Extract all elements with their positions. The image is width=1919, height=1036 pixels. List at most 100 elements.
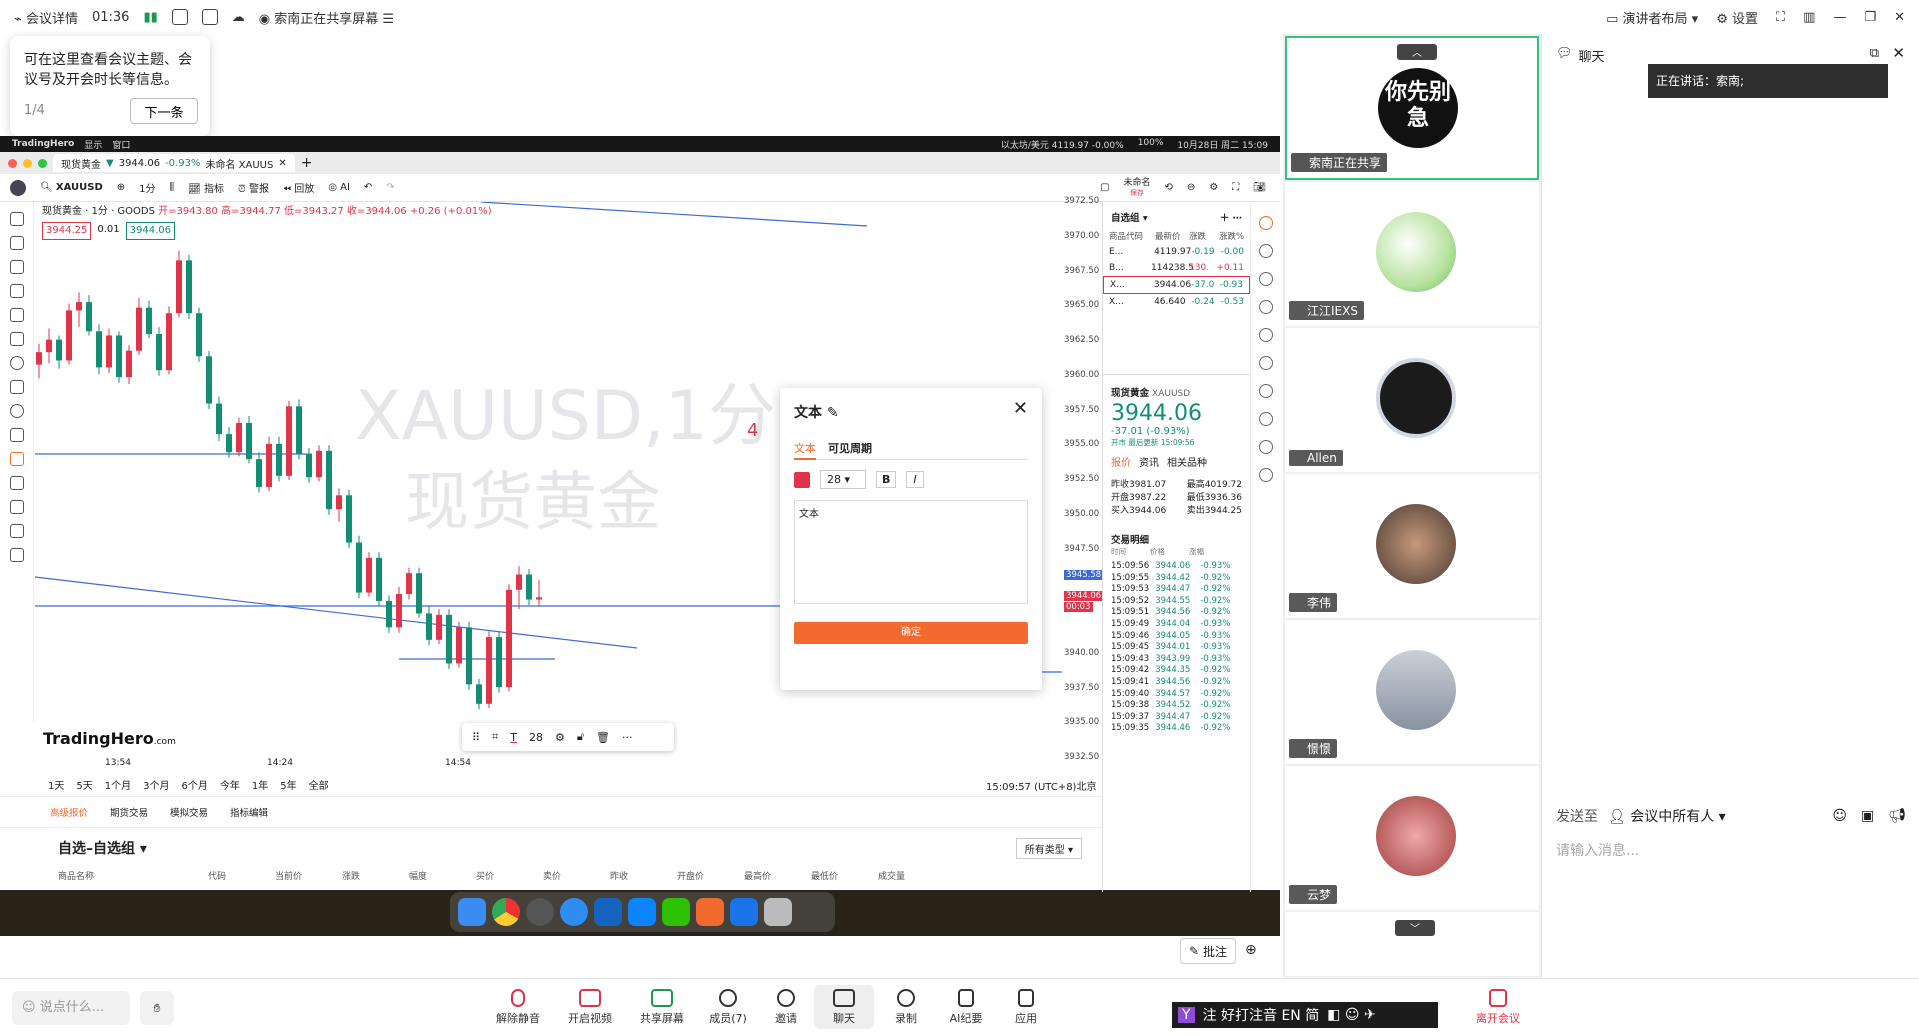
color-swatch[interactable] [794,471,810,488]
tab-visible-period[interactable]: 可见周期 [828,440,872,459]
ask-box[interactable]: 3944.06 [125,222,175,240]
period-button[interactable]: 1个月 [105,777,131,792]
prediction-tool-icon[interactable] [9,332,24,346]
watchlist-row[interactable]: E... 4119.97 -0.19 -0.00 [1103,244,1250,260]
list-column-header[interactable]: 商品名称 [58,869,208,882]
bell-icon[interactable] [1258,300,1273,314]
quote-tab-news[interactable]: 资讯 [1139,454,1159,469]
restore-icon[interactable]: ❐ [1864,10,1876,25]
watchlist-actions[interactable]: ＋ ⋯ [1220,210,1242,224]
list-column-header[interactable]: 涨跌 [342,869,409,882]
bold-button[interactable]: B [876,471,897,488]
chat-close-icon[interactable]: ✕ [1892,44,1905,62]
quick-comment-input[interactable]: ☺ 说点什么... [12,991,130,1025]
news-icon[interactable] [1258,244,1273,258]
record-icon[interactable] [201,9,218,25]
float-settings-icon[interactable]: ⚙ [555,731,565,744]
pattern-tool-icon[interactable] [9,308,24,322]
invite-button[interactable]: 邀请 [756,989,816,1026]
watchlist-row[interactable]: X... 46.640 -0.24 -0.53 [1103,294,1250,310]
bottom-tab[interactable]: 模拟交易 [170,805,208,819]
sidebar-toggle-icon[interactable]: ▥ [1803,10,1815,25]
grid-icon[interactable] [1258,440,1273,454]
calendar-icon[interactable] [1258,272,1273,286]
drag-handle-icon[interactable]: ⠿ [472,731,480,744]
bottom-tab[interactable]: 期货交易 [110,805,148,819]
float-trash-icon[interactable]: 🗑︎ [596,731,610,744]
finder-icon[interactable] [458,898,486,926]
collapse-gallery-icon[interactable]: ︿ [1397,44,1437,60]
interval-button[interactable]: 1分 [139,180,155,195]
add-symbol-icon[interactable]: ⊕ [117,182,125,193]
lock-icon[interactable] [9,524,24,538]
participant-tile[interactable]: 李伟 [1285,474,1539,618]
alerts-button[interactable]: ⏰︎ 警报 [238,180,269,195]
list-column-header[interactable]: 最低价 [811,869,878,882]
trash-dock-icon[interactable] [764,898,792,926]
list-title[interactable]: 自选–自选组 ▾ [58,838,147,859]
eraser-icon[interactable] [9,500,24,514]
chart-fullscreen-icon[interactable]: ⛶ [1232,182,1239,193]
feishu-icon[interactable] [628,898,656,926]
close-window-icon[interactable]: ✕ [1894,10,1905,25]
chrome-icon[interactable] [492,898,520,926]
list-column-header[interactable]: 成交量 [878,869,945,882]
participant-tile[interactable]: ﹀ [1285,912,1539,976]
calendar-tool-icon[interactable] [9,452,24,466]
expand-gallery-icon[interactable]: ﹀ [1395,920,1435,936]
leave-meeting-button[interactable]: 离开会议 [1468,989,1528,1026]
candle-type-icon[interactable]: ⫼ [170,182,175,193]
members-button[interactable]: 成员(7) [698,989,758,1026]
sharing-indicator[interactable]: ◉ 索南正在共享屏幕 ☰ [259,8,394,27]
tradinghero-icon[interactable] [696,898,724,926]
list-column-header[interactable]: 昨收 [610,869,677,882]
ai-notes-button[interactable]: AI纪要 [936,989,996,1026]
ai-button[interactable]: ◎ AI [328,182,350,193]
list-column-header[interactable]: 买价 [476,869,543,882]
watchlist-row[interactable]: X... 3944.06 -37.0 -0.93 [1103,276,1250,294]
italic-button[interactable]: I [906,471,924,488]
period-button[interactable]: 6个月 [182,777,208,792]
period-button[interactable]: 3个月 [143,777,169,792]
wechat-icon[interactable] [662,898,690,926]
windows-app-icon[interactable] [594,898,622,926]
tooltip-next-button[interactable]: 下一条 [130,98,198,124]
period-button[interactable]: 1天 [48,777,64,792]
raise-hand-icon[interactable]: ✋︎ [140,991,174,1025]
mac-zoom-dot[interactable] [38,158,47,168]
audience-select[interactable]: 👤︎ 会议中所有人 ▾ [1608,806,1726,826]
symbol-search[interactable]: 🔍︎ XAUUSD [40,182,103,193]
bottom-tab[interactable]: 高级报价 [50,805,88,819]
participant-tile[interactable]: 憬憬 [1285,620,1539,764]
ime-toolbar[interactable]: Y 注 好打注音 EN 简 ◧ ☺ ✈ [1172,1002,1438,1028]
trash-icon[interactable] [9,548,24,562]
text-tool-icon[interactable] [9,284,24,298]
undo-icon[interactable]: ↶ [364,182,372,193]
camera-icon[interactable]: 📷︎ [1253,182,1266,193]
ruler-tool-icon[interactable] [9,380,24,394]
watchlist-icon[interactable] [1258,216,1273,230]
period-button[interactable]: 5年 [280,777,296,792]
chart-tab[interactable]: 现货黄金 ▼ 3944.06 -0.93% 未命名 XAUUS ✕ [53,154,295,172]
indicators-button[interactable]: 📈︎ 指标 [188,180,224,195]
participant-tile[interactable]: Allen [1285,328,1539,472]
list-column-header[interactable]: 开盘价 [677,869,744,882]
bid-box[interactable]: 3944.25 [42,222,92,240]
meeting-info-button[interactable]: ⌁ 会议详情 [14,8,78,27]
unmute-button[interactable]: 解除静音 [488,989,548,1026]
quote-tab-quote[interactable]: 报价 [1111,454,1131,469]
text-input-area[interactable]: 文本 [794,500,1028,604]
layers-icon[interactable] [1258,328,1273,342]
watchlist-row[interactable]: B... 114238.5 130. +0.11 [1103,260,1250,276]
apps-button[interactable]: 应用 [996,989,1056,1026]
chat-input[interactable]: 请输入消息... [1556,840,1639,860]
quote-tab-related[interactable]: 相关品种 [1167,454,1207,469]
meeting-app-icon[interactable] [730,898,758,926]
system-settings-icon[interactable] [526,898,554,926]
annotate-button[interactable]: ✎ 批注 [1180,938,1236,964]
announce-icon[interactable]: 📢︎ [1888,808,1906,824]
participant-tile[interactable]: 云梦 [1285,766,1539,910]
bottom-tab[interactable]: 指标编辑 [230,805,268,819]
network-icon[interactable] [1258,468,1273,482]
user-avatar[interactable] [10,179,26,196]
